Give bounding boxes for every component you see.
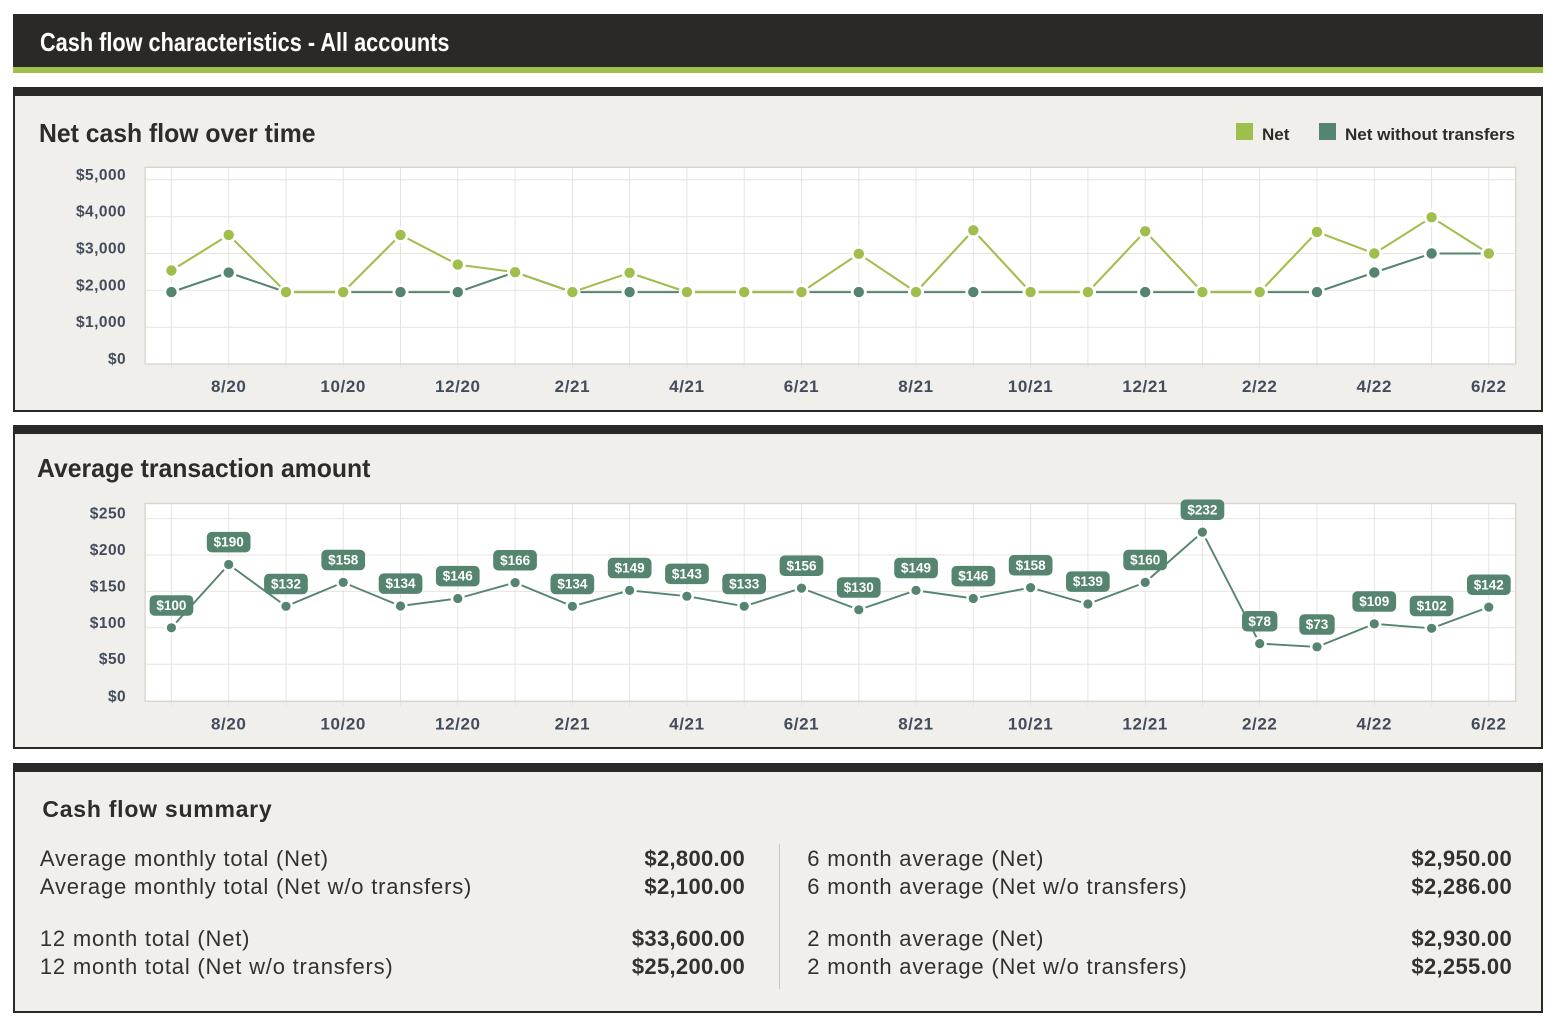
svg-text:$50: $50	[98, 651, 125, 668]
svg-text:8/21: 8/21	[898, 714, 934, 733]
svg-text:8/20: 8/20	[210, 714, 246, 733]
svg-text:$143: $143	[671, 567, 702, 582]
svg-text:$146: $146	[958, 569, 989, 584]
svg-text:10/21: 10/21	[1007, 714, 1053, 733]
svg-text:$0: $0	[107, 688, 125, 705]
svg-text:$158: $158	[1015, 558, 1046, 573]
svg-text:$73: $73	[1305, 617, 1328, 632]
svg-text:$149: $149	[614, 561, 644, 576]
svg-text:8/20: 8/20	[210, 377, 246, 396]
svg-text:$5,000: $5,000	[75, 166, 125, 183]
svg-text:$149: $149	[900, 561, 930, 576]
svg-text:$150: $150	[89, 579, 125, 596]
svg-text:4/21: 4/21	[669, 714, 705, 733]
svg-text:$1,000: $1,000	[75, 314, 125, 331]
svg-text:$109: $109	[1359, 594, 1389, 609]
svg-text:$232: $232	[1187, 502, 1217, 517]
svg-text:12/21: 12/21	[1122, 714, 1168, 733]
svg-text:2/21: 2/21	[554, 714, 590, 733]
svg-text:4/21: 4/21	[669, 377, 705, 396]
svg-text:6/21: 6/21	[783, 714, 819, 733]
svg-text:$146: $146	[442, 569, 473, 584]
svg-text:2/21: 2/21	[554, 377, 590, 396]
svg-text:$0: $0	[107, 351, 125, 368]
svg-text:$190: $190	[213, 535, 243, 550]
svg-text:$3,000: $3,000	[75, 240, 125, 257]
svg-text:6/22: 6/22	[1471, 377, 1507, 396]
svg-text:$130: $130	[843, 580, 873, 595]
svg-text:10/20: 10/20	[320, 377, 366, 396]
svg-text:$142: $142	[1473, 577, 1503, 592]
svg-text:$139: $139	[1072, 574, 1102, 589]
svg-text:$134: $134	[385, 576, 416, 591]
svg-text:8/21: 8/21	[898, 377, 934, 396]
svg-text:$4,000: $4,000	[75, 203, 125, 220]
svg-text:$200: $200	[89, 542, 125, 559]
svg-text:$160: $160	[1130, 553, 1160, 568]
svg-text:$156: $156	[786, 558, 817, 573]
svg-text:$100: $100	[156, 598, 186, 613]
svg-text:6/22: 6/22	[1471, 714, 1507, 733]
svg-text:$132: $132	[270, 577, 300, 592]
svg-text:6/21: 6/21	[783, 377, 819, 396]
svg-text:$78: $78	[1248, 614, 1271, 629]
svg-text:12/20: 12/20	[435, 377, 481, 396]
svg-text:$2,000: $2,000	[75, 277, 125, 294]
svg-text:$102: $102	[1416, 599, 1446, 614]
svg-text:2/22: 2/22	[1241, 714, 1277, 733]
svg-text:12/21: 12/21	[1122, 377, 1168, 396]
svg-text:10/20: 10/20	[320, 714, 366, 733]
svg-text:$250: $250	[89, 506, 125, 523]
svg-text:$133: $133	[729, 577, 760, 592]
svg-text:12/20: 12/20	[435, 714, 481, 733]
svg-text:$100: $100	[89, 615, 125, 632]
svg-text:$166: $166	[500, 553, 531, 568]
svg-text:4/22: 4/22	[1356, 714, 1392, 733]
svg-text:$158: $158	[328, 553, 359, 568]
svg-text:2/22: 2/22	[1241, 377, 1277, 396]
svg-text:4/22: 4/22	[1356, 377, 1392, 396]
svg-text:10/21: 10/21	[1007, 377, 1053, 396]
svg-text:$134: $134	[557, 577, 588, 592]
